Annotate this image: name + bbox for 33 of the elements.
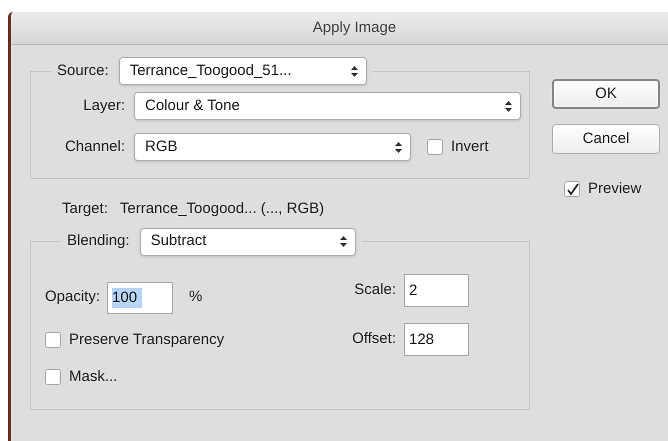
checkbox[interactable] [45,332,61,348]
updown-arrows-icon [340,236,347,247]
field-label: Layer: [82,96,125,116]
scale-field[interactable]: 2 [404,274,469,306]
field-label: Channel: [64,136,125,157]
checkbox-label: Invert [451,136,489,157]
checkbox[interactable] [427,139,443,155]
dialog-button[interactable]: Cancel [552,124,660,154]
source-dropdown[interactable]: Terrance_Toogood_51... [118,57,367,85]
checkbox[interactable] [45,369,61,386]
checkbox-label: Preview [588,179,642,199]
field-label: Scale: [354,280,396,300]
blending-dropdown[interactable]: Subtract [140,228,356,256]
target-value: Terrance_Toogood... (..., RGB) [120,199,324,219]
field-label: Offset: [352,328,396,349]
dialog-button[interactable]: OK [552,79,660,109]
field-label: Blending: [67,231,130,252]
window-title: Apply Image [312,18,396,38]
checkmark-icon [566,182,578,196]
updown-arrows-icon [395,142,402,152]
offset-field[interactable]: 128 [404,322,469,356]
channel-dropdown[interactable]: RGB [134,133,411,161]
checkbox-label: Mask... [69,367,118,387]
checkbox-label: Preserve Transparency [69,330,224,350]
checkbox[interactable] [564,181,580,198]
field-label: Source: [57,60,109,81]
field-label: Target: [62,199,108,219]
opacity-field[interactable]: 100 [107,282,174,314]
unit-label: % [189,287,202,308]
field-label: Opacity: [45,287,100,308]
updown-arrows-icon [350,66,358,76]
layer-dropdown[interactable]: Colour & Tone [134,92,521,120]
updown-arrows-icon [505,100,512,112]
